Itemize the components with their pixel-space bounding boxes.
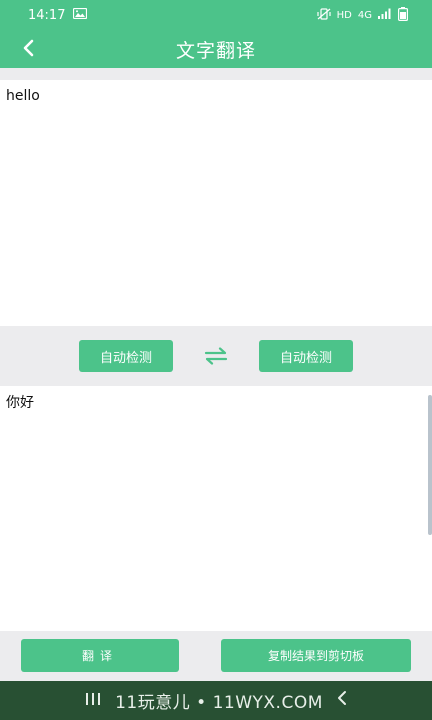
chevron-left-icon [23,39,34,57]
status-bar: 14:17 HD 4G [0,0,432,30]
swap-languages-button[interactable] [202,344,230,368]
scrollbar-thumb[interactable] [428,395,432,535]
image-icon [73,7,88,23]
system-nav-bar: 11玩意儿 • 11WYX.COM [0,681,432,720]
source-text-input[interactable]: hello [0,80,432,326]
swap-arrows-icon [204,347,228,365]
language-bar: 自动检测 自动检测 [0,326,432,386]
signal-icon [378,8,392,22]
network-label: 4G [357,9,372,21]
watermark-text: 11玩意儿 • 11WYX.COM [115,693,323,713]
hd-label: HD [336,9,352,21]
result-text-area[interactable]: 你好 [0,386,432,631]
mute-vibrate-icon [317,7,331,23]
back-button[interactable] [14,34,42,62]
target-language-button[interactable]: 自动检测 [259,340,353,372]
back-nav-icon[interactable] [337,690,347,711]
app-header: 文字翻译 [0,30,432,68]
page-title: 文字翻译 [175,39,256,62]
source-text: hello [6,88,40,104]
recent-apps-icon[interactable] [85,691,101,711]
battery-icon [398,6,409,24]
source-language-button[interactable]: 自动检测 [79,340,173,372]
status-indicators: HD 4G [317,6,409,24]
copy-result-button[interactable]: 复制结果到剪切板 [221,639,411,672]
translate-button[interactable]: 翻译 [21,639,179,672]
result-text: 你好 [6,395,34,411]
status-time: 14:17 [28,7,66,23]
action-bar: 翻译 复制结果到剪切板 [0,631,432,681]
